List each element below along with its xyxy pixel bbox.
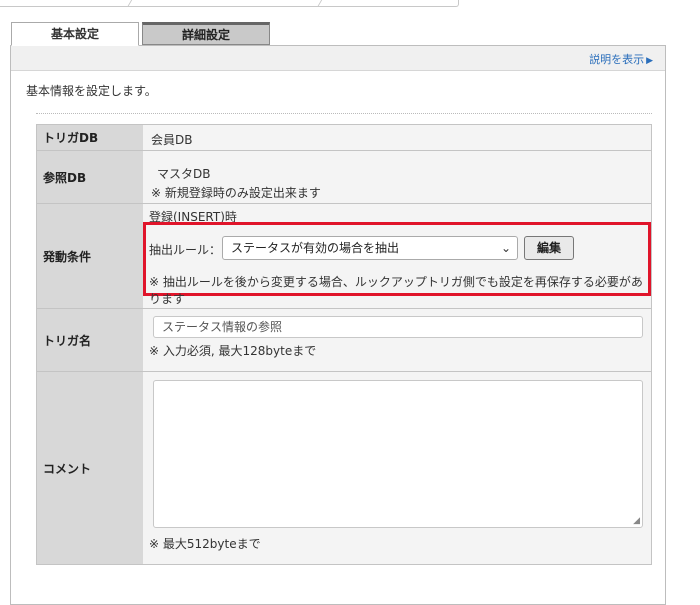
trigger-db-label: トリガDB [37, 125, 143, 150]
trigger-name-label: トリガ名 [37, 309, 143, 371]
resize-handle-icon[interactable]: ◢ [633, 516, 640, 526]
row-condition: 発動条件 登録(INSERT)時 抽出ルール： ステータスが有効の場合を抽出 ⌄… [37, 204, 651, 309]
frame-divider [317, 0, 324, 6]
rule-note: ※ 抽出ルールを後から変更する場合、ルックアップトリガ側でも設定を再保存する必要… [149, 275, 643, 306]
triangle-right-icon: ▶ [646, 56, 653, 66]
row-ref-db: 参照DB マスタDB ※ 新規登録時のみ設定出来ます [37, 151, 651, 204]
show-help-link[interactable]: 説明を表示 ▶ [589, 51, 653, 67]
highlight-box: 抽出ルール： ステータスが有効の場合を抽出 ⌄ 編集 ※ 抽出ルールを後から変更… [143, 222, 651, 306]
help-bar: 説明を表示 ▶ [11, 46, 665, 71]
rule-select-value: ステータスが有効の場合を抽出 [231, 241, 400, 255]
comment-note: ※ 最大512byteまで [149, 537, 261, 551]
row-comment: コメント ◢ ※ 最大512byteまで [37, 372, 651, 565]
settings-form: トリガDB 会員DB 参照DB マスタDB ※ 新規登録時のみ設定出来ます 発動… [36, 124, 652, 565]
divider [36, 113, 652, 114]
ref-db-label: 参照DB [37, 151, 143, 203]
comment-cell: ◢ ※ 最大512byteまで [143, 372, 651, 564]
rule-label: 抽出ルール： [149, 243, 222, 257]
condition-cell: 登録(INSERT)時 抽出ルール： ステータスが有効の場合を抽出 ⌄ 編集 ※… [143, 204, 651, 308]
comment-label: コメント [37, 372, 143, 564]
trigger-name-note: ※ 入力必須, 最大128byteまで [149, 344, 317, 358]
trigger-db-cell: 会員DB [143, 125, 651, 150]
row-trigger-name: トリガ名 ステータス情報の参照 ※ 入力必須, 最大128byteまで [37, 309, 651, 372]
trigger-db-value: 会員DB [151, 133, 193, 147]
trigger-name-input[interactable]: ステータス情報の参照 [153, 316, 643, 338]
ref-db-cell: マスタDB ※ 新規登録時のみ設定出来ます [143, 151, 651, 203]
ref-db-note: ※ 新規登録時のみ設定出来ます [151, 186, 321, 200]
row-trigger-db: トリガDB 会員DB [37, 125, 651, 151]
edit-button[interactable]: 編集 [524, 236, 574, 260]
frame-divider [127, 0, 134, 6]
tab-detail-settings[interactable]: 詳細設定 [142, 22, 270, 45]
top-frame [0, 0, 459, 7]
show-help-label: 説明を表示 [589, 53, 645, 66]
chevron-down-icon: ⌄ [500, 241, 511, 255]
ref-db-value: マスタDB [157, 167, 211, 181]
intro-text: 基本情報を設定します。 [26, 84, 157, 98]
trigger-name-cell: ステータス情報の参照 ※ 入力必須, 最大128byteまで [143, 309, 651, 371]
comment-textarea[interactable]: ◢ [153, 380, 643, 528]
condition-label: 発動条件 [37, 204, 143, 308]
tab-basic-settings[interactable]: 基本設定 [11, 22, 139, 46]
rule-select[interactable]: ステータスが有効の場合を抽出 ⌄ [222, 236, 518, 260]
